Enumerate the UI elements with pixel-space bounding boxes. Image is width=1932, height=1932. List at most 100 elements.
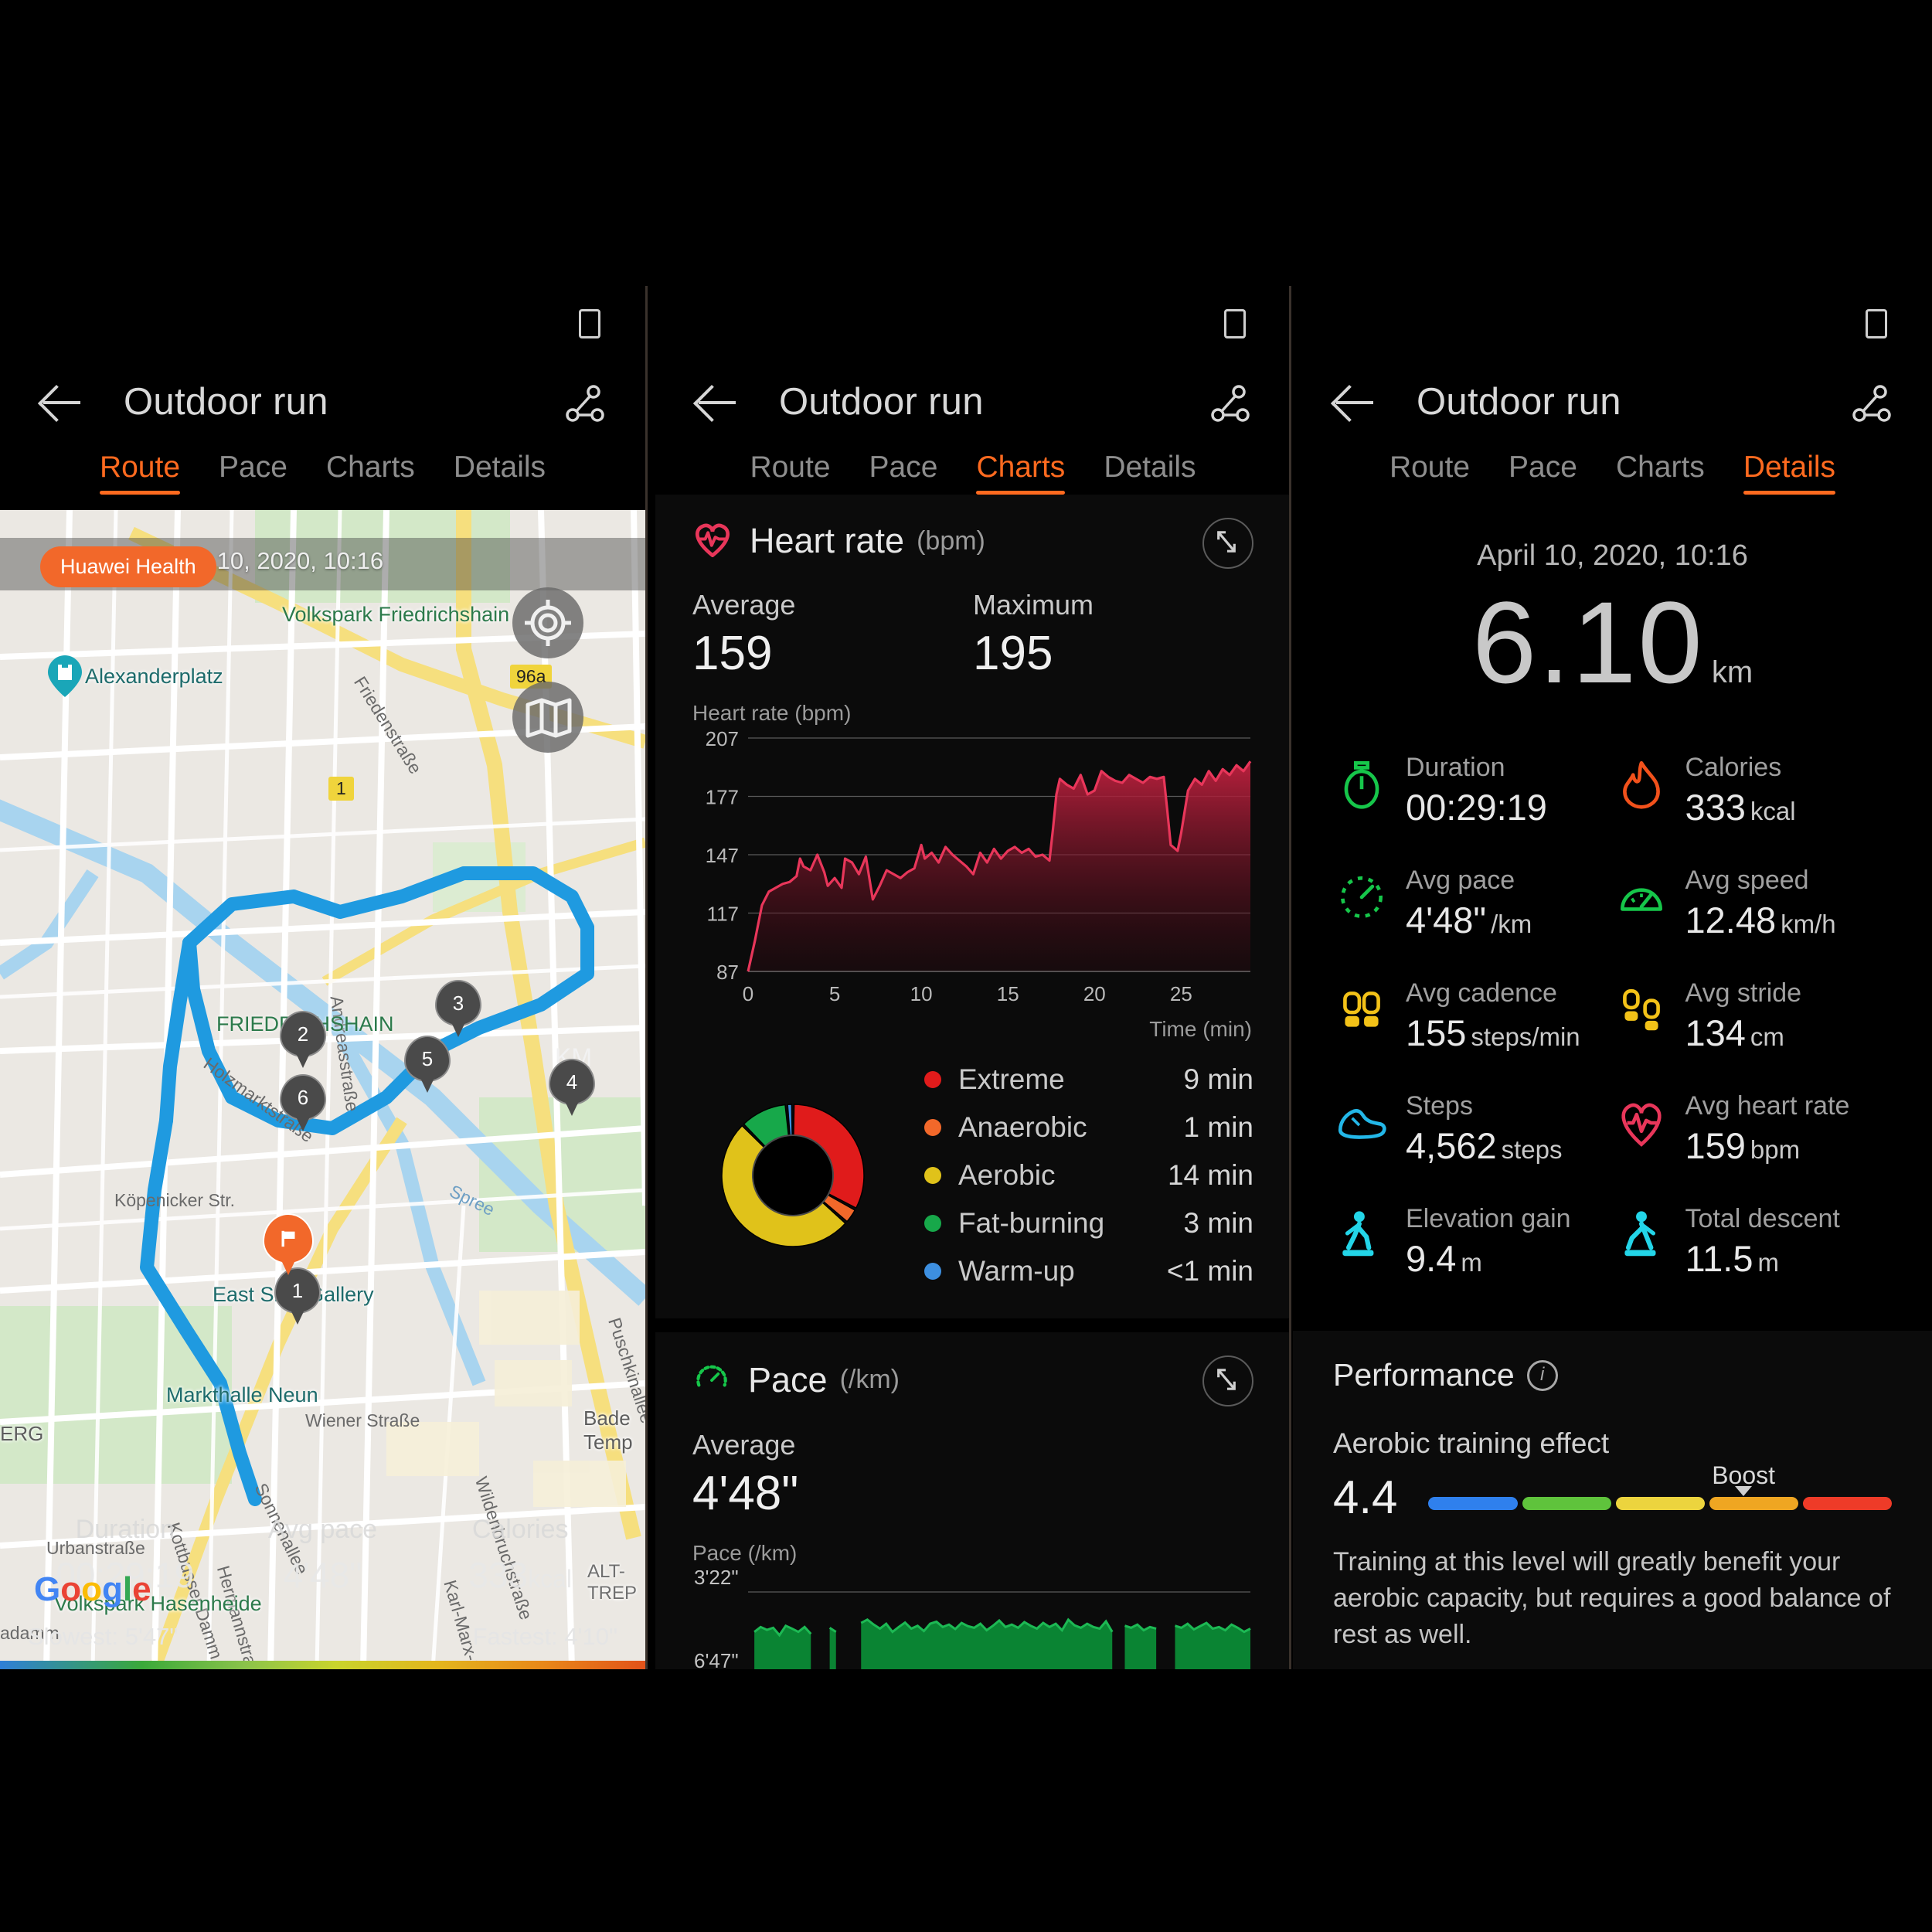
finish-flag-icon[interactable] — [263, 1213, 314, 1275]
map-stat-avg-pace: Avg pace 4'48" — [267, 1515, 378, 1595]
app-bar-details: Outdoor run — [1293, 359, 1932, 444]
heart-rate-title: Heart rate — [750, 521, 905, 560]
route-marker-6[interactable]: 6 — [280, 1074, 326, 1131]
panel-route: Outdoor run Route Pace Charts Details Hu… — [0, 286, 645, 1669]
heart-rate-chart[interactable]: 87 117 147 177 207 0 5 10 15 20 25 Time (min) — [692, 727, 1253, 1041]
aerobic-effect-description: Training at this level will greatly bene… — [1333, 1547, 1891, 1649]
hr-maximum: Maximum 195 — [973, 589, 1094, 680]
route-marker-1[interactable]: 1 — [274, 1267, 321, 1325]
tab-route[interactable]: Route — [99, 451, 181, 495]
tab-pace[interactable]: Pace — [869, 451, 938, 495]
back-arrow-icon[interactable] — [40, 380, 83, 423]
legend-item: Fat-burning 3 min — [924, 1199, 1253, 1247]
screenshot-root: Outdoor run Route Pace Charts Details Hu… — [0, 0, 1932, 1932]
distance-value: 6.10 — [1471, 577, 1704, 707]
hiker-down-icon — [1613, 1207, 1670, 1264]
metric-total-descent: Total descent 11.5 m — [1613, 1204, 1893, 1280]
hr-axis-title: Heart rate (bpm) — [692, 701, 852, 725]
heart-rate-card-header: Heart rate (bpm) — [692, 518, 1253, 569]
metric-avg-pace: Avg pace 4'48"/km — [1333, 866, 1613, 941]
tab-pace[interactable]: Pace — [1509, 451, 1577, 495]
page-title: Outdoor run — [1417, 381, 1621, 423]
share-route-icon[interactable] — [1207, 379, 1255, 427]
info-icon[interactable]: i — [1526, 1359, 1558, 1391]
poi-erg: ERG — [0, 1422, 44, 1445]
aerobic-effect-row: 4.4 Boost — [1333, 1461, 1892, 1524]
tab-charts[interactable]: Charts — [976, 451, 1065, 495]
aerobic-effect-value: 4.4 — [1333, 1471, 1398, 1523]
panel-charts: Outdoor run Route Pace Charts Details He… — [655, 286, 1291, 1669]
scale-seg-green — [1522, 1497, 1611, 1510]
route-marker-3[interactable]: 3 — [435, 980, 481, 1037]
page-title: Outdoor run — [124, 381, 328, 423]
panel-details: Outdoor run Route Pace Charts Details Ap… — [1293, 286, 1932, 1669]
legend-item: Aerobic 14 min — [924, 1151, 1253, 1199]
tab-bar-charts: Route Pace Charts Details — [655, 444, 1291, 495]
metric-avg-speed: Avg speed 12.48 km/h — [1613, 866, 1893, 941]
panel-divider-2 — [1289, 286, 1291, 1669]
expand-icon[interactable] — [1202, 1355, 1253, 1406]
tab-details[interactable]: Details — [1104, 451, 1196, 495]
zone-color-dot — [924, 1119, 941, 1136]
pace-chart[interactable]: 3'22"6'47"10'12" — [692, 1566, 1253, 1669]
metric-duration: Duration 00:29:19 — [1333, 753, 1613, 828]
map-layers-icon[interactable] — [512, 682, 583, 753]
sim-card-icon — [1224, 309, 1246, 338]
tab-pace[interactable]: Pace — [219, 451, 287, 495]
back-arrow-icon[interactable] — [1333, 380, 1376, 423]
scale-seg-yellow — [1615, 1497, 1705, 1510]
expand-icon[interactable] — [1202, 518, 1253, 569]
metric-calories: Calories 333 kcal — [1613, 753, 1893, 828]
heart-rate-card: Heart rate (bpm) Average 159 Maximum 195… — [655, 495, 1291, 1318]
map-stat-calories: Calories 333kcal — [468, 1515, 572, 1595]
panel-divider-1 — [645, 286, 648, 1669]
tab-charts[interactable]: Charts — [1616, 451, 1705, 495]
svg-text:87: 87 — [716, 961, 739, 984]
zone-color-dot — [924, 1263, 941, 1280]
my-location-icon[interactable] — [512, 587, 583, 658]
aerobic-effect-marker-arrow — [1735, 1486, 1753, 1496]
speedometer-icon — [1613, 869, 1670, 926]
metrics-grid: Duration 00:29:19 Calories 333 kcal Avg … — [1293, 709, 1932, 1280]
sim-card-icon — [1866, 309, 1887, 338]
tab-charts[interactable]: Charts — [326, 451, 415, 495]
street-wiener: Wiener Straße — [305, 1410, 420, 1430]
map-slowest-label: Slowest: 5'47" — [28, 1623, 179, 1650]
tab-details[interactable]: Details — [454, 451, 546, 495]
heart-rate-unit: (bpm) — [917, 526, 985, 556]
svg-text:5: 5 — [829, 982, 840, 1005]
pace-gauge-icon — [692, 1359, 731, 1401]
metric-steps: Steps 4,562 steps — [1333, 1091, 1613, 1167]
svg-text:10: 10 — [910, 982, 933, 1005]
svg-text:177: 177 — [706, 786, 739, 809]
huawei-health-badge: Huawei Health — [40, 546, 216, 587]
svg-text:207: 207 — [706, 730, 739, 750]
distance-unit: km — [1711, 655, 1753, 689]
share-route-icon[interactable] — [562, 379, 610, 427]
svg-text:25: 25 — [1170, 982, 1192, 1005]
tab-details[interactable]: Details — [1743, 451, 1836, 495]
pace-axis-title: Pace (/km) — [692, 1541, 798, 1565]
shoe-icon — [1333, 1094, 1390, 1151]
back-arrow-icon[interactable] — [696, 380, 739, 423]
metric-elevation-gain: Elevation gain 9.4 m — [1333, 1204, 1613, 1280]
hr-average: Average 159 — [692, 589, 796, 680]
route-map[interactable]: Huawei Health April 10, 2020, 10:16 1 2 … — [0, 510, 645, 1669]
scale-seg-blue — [1428, 1497, 1518, 1510]
svg-text:6'47": 6'47" — [694, 1649, 739, 1669]
heart-rate-zones: Extreme 9 min Anaerobic 1 min Aerobic 14… — [692, 1056, 1253, 1295]
aerobic-effect-scale: Boost — [1428, 1461, 1892, 1510]
aerobic-effect-label: Aerobic training effect — [1333, 1427, 1610, 1459]
tab-route[interactable]: Route — [1389, 451, 1470, 495]
route-marker-5[interactable]: 5 — [404, 1036, 451, 1093]
road-shield-1: 1 — [328, 777, 354, 801]
tab-bar-route: Route Pace Charts Details — [0, 444, 645, 495]
tab-route[interactable]: Route — [750, 451, 830, 495]
route-marker-2[interactable]: 2 — [280, 1011, 326, 1068]
pace-summary: Average 4'48" — [692, 1429, 1253, 1521]
route-marker-4[interactable]: 4 — [549, 1059, 595, 1116]
svg-text:15: 15 — [997, 982, 1019, 1005]
share-route-icon[interactable] — [1849, 379, 1896, 427]
hiker-up-icon — [1333, 1207, 1390, 1264]
heart-rate-summary: Average 159 Maximum 195 — [692, 589, 1253, 681]
